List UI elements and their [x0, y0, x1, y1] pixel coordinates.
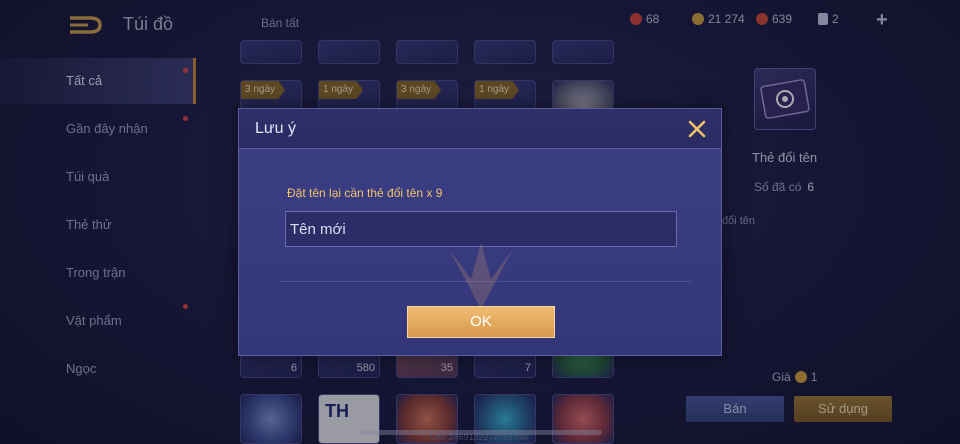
glow-decoration: [449, 243, 513, 309]
dialog-title: Lưu ý: [255, 120, 296, 137]
rename-dialog: Lưu ý Đặt tên lại cần thẻ đổi tên x 9 OK: [238, 108, 722, 356]
dialog-header: Lưu ý: [239, 109, 721, 149]
ok-button[interactable]: OK: [407, 306, 555, 338]
dialog-message: Đặt tên lại cần thẻ đổi tên x 9: [287, 186, 443, 200]
close-icon[interactable]: [687, 119, 707, 139]
